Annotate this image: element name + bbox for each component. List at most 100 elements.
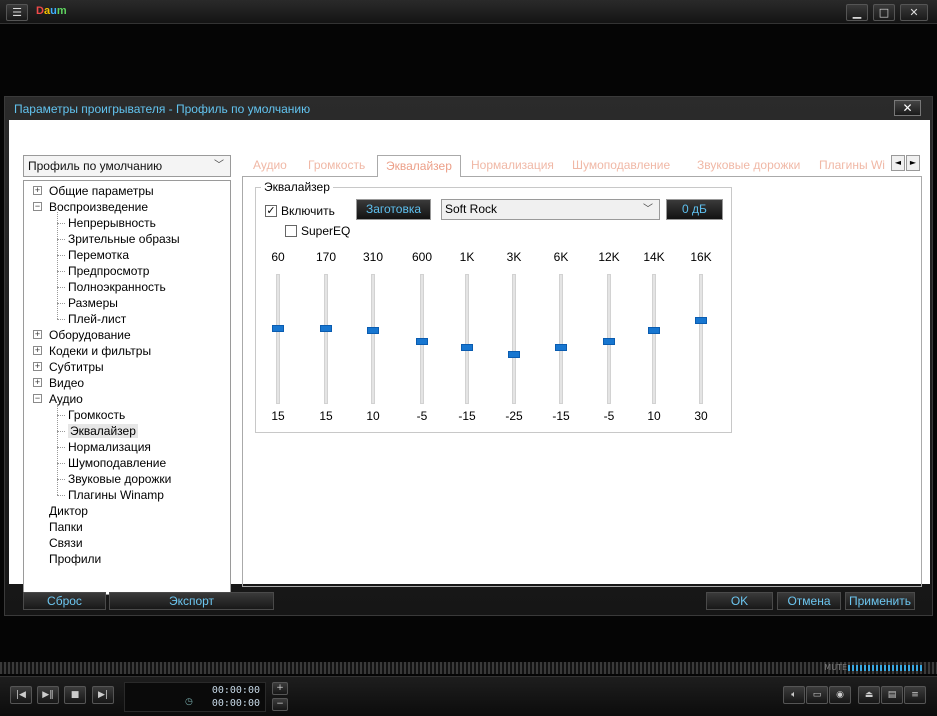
preset-select[interactable]: Soft Rock ﹀ xyxy=(441,199,660,220)
tree-expander-icon[interactable]: + xyxy=(33,330,42,339)
playlist-icon[interactable]: ≡ xyxy=(904,686,926,704)
tree-item[interactable]: Аудио xyxy=(49,391,83,407)
eq-slider-thumb[interactable] xyxy=(603,337,615,345)
apply-button[interactable]: Применить xyxy=(845,592,915,610)
eject-icon[interactable]: ⏏ xyxy=(858,686,880,704)
tree-item[interactable]: Кодеки и фильтры xyxy=(49,343,151,359)
speed-up-icon[interactable]: + xyxy=(272,682,288,695)
eq-icon[interactable]: ◉ xyxy=(829,686,851,704)
tab-normalization[interactable]: Нормализация xyxy=(471,158,554,172)
tree-item[interactable]: Папки xyxy=(49,519,83,535)
eq-slider-thumb[interactable] xyxy=(272,324,284,332)
eq-band-slider[interactable] xyxy=(371,274,375,404)
tree-item-label: Эквалайзер xyxy=(68,424,138,438)
menu-icon[interactable]: ☰ xyxy=(6,4,28,21)
tree-item[interactable]: Видео xyxy=(49,375,84,391)
tab-audio-tracks[interactable]: Звуковые дорожки xyxy=(697,158,800,172)
speed-down-icon[interactable]: − xyxy=(272,698,288,711)
tree-item[interactable]: Эквалайзер xyxy=(68,423,138,439)
volume-bar[interactable] xyxy=(848,665,924,671)
play-pause-icon[interactable]: ▶‖ xyxy=(37,686,59,704)
tab-prev-icon[interactable]: ◄ xyxy=(891,155,905,171)
tab-volume[interactable]: Громкость xyxy=(308,158,365,172)
equalizer-group-label: Эквалайзер xyxy=(261,180,333,194)
eq-band-slider[interactable] xyxy=(652,274,656,404)
tree-expander-icon[interactable]: + xyxy=(33,186,42,195)
tree-item[interactable]: Непрерывность xyxy=(68,215,156,231)
tab-winamp-plugins[interactable]: Плагины Wi xyxy=(819,158,885,172)
chevron-down-icon: ﹀ xyxy=(643,204,653,215)
tree-connector xyxy=(57,287,65,288)
tree-item[interactable]: Нормализация xyxy=(68,439,151,455)
tree-item[interactable]: Воспроизведение xyxy=(49,199,148,215)
preamp-button[interactable]: 0 дБ xyxy=(666,199,723,220)
ok-button[interactable]: OK xyxy=(706,592,773,610)
tree-item[interactable]: Шумоподавление xyxy=(68,455,166,471)
stop-icon[interactable]: ■ xyxy=(64,686,86,704)
eq-band-slider[interactable] xyxy=(324,274,328,404)
tree-item[interactable]: Оборудование xyxy=(49,327,131,343)
tree-item[interactable]: Связи xyxy=(49,535,83,551)
profile-select[interactable]: Профиль по умолчанию ﹀ xyxy=(23,155,231,177)
close-icon[interactable]: ✕ xyxy=(900,4,928,21)
export-button[interactable]: Экспорт xyxy=(109,592,274,610)
subtitle-icon[interactable]: ▭ xyxy=(806,686,828,704)
tree-item[interactable]: Общие параметры xyxy=(49,183,154,199)
tree-item[interactable]: Плагины Winamp xyxy=(68,487,164,503)
tree-expander-icon[interactable]: + xyxy=(33,362,42,371)
minimize-icon[interactable]: ▁ xyxy=(846,4,868,21)
cancel-button[interactable]: Отмена xyxy=(777,592,841,610)
eq-slider-thumb[interactable] xyxy=(555,344,567,352)
eq-slider-thumb[interactable] xyxy=(508,350,520,358)
tree-item[interactable]: Профили xyxy=(49,551,101,567)
tree-item[interactable]: Предпросмотр xyxy=(68,263,149,279)
eq-slider-thumb[interactable] xyxy=(695,316,707,324)
time-display: 00:00:00 00:00:00 ◷ xyxy=(124,682,266,712)
preset-button[interactable]: Заготовка xyxy=(356,199,431,220)
tree-item[interactable]: Перемотка xyxy=(68,247,129,263)
supereq-checkbox[interactable] xyxy=(285,225,297,237)
enable-checkbox[interactable]: ✓ xyxy=(265,205,277,217)
tree-item-label: Аудио xyxy=(49,392,83,406)
tree-expander-icon[interactable]: + xyxy=(33,346,42,355)
prev-icon[interactable]: |◀ xyxy=(10,686,32,704)
next-icon[interactable]: ▶| xyxy=(92,686,114,704)
eq-band-slider[interactable] xyxy=(276,274,280,404)
reset-button[interactable]: Сброс xyxy=(23,592,106,610)
mute-label[interactable]: MUTE xyxy=(824,663,847,672)
eq-band-frequency: 310 xyxy=(362,250,384,264)
tree-item[interactable]: Громкость xyxy=(68,407,125,423)
tab-audio[interactable]: Аудио xyxy=(253,158,287,172)
eq-band-slider[interactable] xyxy=(699,274,703,404)
tree-item[interactable]: Субтитры xyxy=(49,359,104,375)
speaker-icon[interactable]: 🔈︎ xyxy=(783,686,805,704)
seek-bar[interactable] xyxy=(0,662,937,674)
tree-item[interactable]: Зрительные образы xyxy=(68,231,180,247)
restore-icon[interactable]: □ xyxy=(873,4,895,21)
eq-slider-thumb[interactable] xyxy=(320,324,332,332)
tree-expander-icon[interactable]: − xyxy=(33,202,42,211)
tree-expander-icon[interactable]: − xyxy=(33,394,42,403)
tree-item[interactable]: Диктор xyxy=(49,503,88,519)
dialog-close-button[interactable]: ✕ xyxy=(894,100,921,116)
tree-item[interactable]: Звуковые дорожки xyxy=(68,471,171,487)
eq-slider-thumb[interactable] xyxy=(367,327,379,335)
skin-icon[interactable]: ▤ xyxy=(881,686,903,704)
tree-item-label: Громкость xyxy=(68,408,126,422)
eq-band-slider[interactable] xyxy=(465,274,469,404)
eq-band-slider[interactable] xyxy=(512,274,516,404)
tree-item[interactable]: Размеры xyxy=(68,295,118,311)
tree-item[interactable]: Плей-лист xyxy=(68,311,126,327)
eq-band-slider[interactable] xyxy=(559,274,563,404)
tree-expander-icon[interactable]: + xyxy=(33,378,42,387)
eq-slider-thumb[interactable] xyxy=(461,344,473,352)
preset-select-value: Soft Rock xyxy=(445,202,498,216)
tab-next-icon[interactable]: ► xyxy=(906,155,920,171)
tab-equalizer[interactable]: Эквалайзер xyxy=(377,155,461,177)
tree-item-label: Размеры xyxy=(68,296,118,310)
tab-noise-reduction[interactable]: Шумоподавление xyxy=(572,158,670,172)
tree-item[interactable]: Полноэкранность xyxy=(68,279,166,295)
eq-band-gain: -15 xyxy=(458,409,476,423)
eq-slider-thumb[interactable] xyxy=(648,327,660,335)
eq-slider-thumb[interactable] xyxy=(416,337,428,345)
